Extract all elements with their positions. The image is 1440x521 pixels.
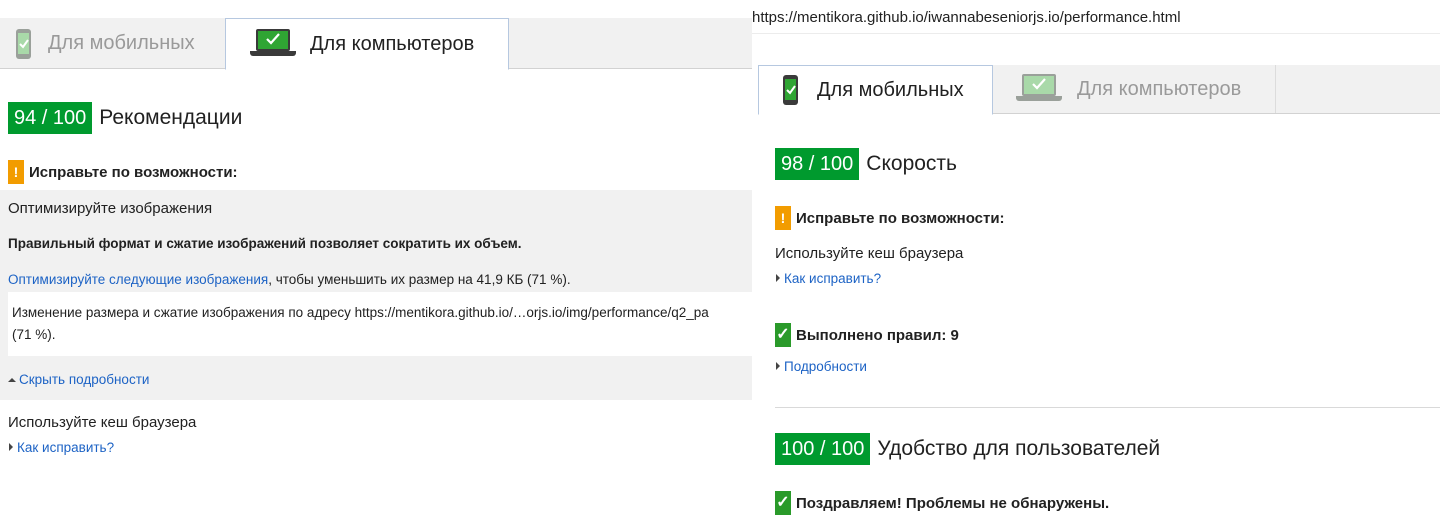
- optimize-detail-box: [8, 292, 752, 356]
- cache-how-toggle-right[interactable]: Как исправить?: [776, 271, 881, 286]
- speed-score-block: 98 / 100 Скорость: [775, 148, 957, 180]
- optimize-link-line: Оптимизируйте следующие изображения, что…: [8, 272, 571, 287]
- tab-mobile-right[interactable]: Для мобильных: [758, 65, 993, 115]
- hide-details-toggle[interactable]: Скрыть подробности: [8, 372, 149, 387]
- congrats-label: Поздравляем! Проблемы не обнаружены.: [796, 494, 1110, 512]
- passed-rules-label: Выполнено правил: 9: [796, 326, 959, 344]
- score-block: 94 / 100 Рекомендации: [8, 102, 242, 134]
- warning-label: Исправьте по возможности:: [29, 163, 238, 181]
- hide-details-label: Скрыть подробности: [19, 372, 150, 387]
- optimize-title: Оптимизируйте изображения: [8, 200, 213, 217]
- details-label: Подробности: [784, 359, 867, 374]
- exclamation-icon: !: [775, 206, 791, 230]
- warning-heading: ! Исправьте по возможности:: [8, 160, 238, 184]
- smartphone-check-icon: [16, 28, 31, 59]
- tab-desktop-right-label: Для компьютеров: [1077, 77, 1242, 100]
- triangle-right-icon: [776, 274, 780, 282]
- cache-how-label: Как исправить?: [17, 440, 115, 455]
- score-title: Рекомендации: [99, 106, 243, 129]
- cache-how-right-label: Как исправить?: [784, 271, 882, 286]
- page-url: https://mentikora.github.io/iwannabeseni…: [752, 9, 1181, 26]
- ux-score-badge: 100 / 100: [775, 433, 871, 465]
- ux-score-block: 100 / 100 Удобство для пользователей: [775, 433, 1160, 465]
- optimize-link-rest: , чтобы уменьшить их размер на 41,9 КБ (…: [268, 272, 571, 287]
- tab-desktop-right[interactable]: Для компьютеров: [994, 65, 1276, 113]
- smartphone-check-icon: [783, 75, 798, 105]
- tab-desktop-label: Для компьютеров: [310, 32, 475, 55]
- score-badge: 94 / 100: [8, 102, 93, 134]
- right-screenshot-panel: https://mentikora.github.io/iwannabeseni…: [752, 0, 1440, 521]
- cache-how-toggle[interactable]: Как исправить?: [9, 440, 114, 455]
- checkmark-icon: ✓: [775, 491, 791, 515]
- tab-mobile[interactable]: Для мобильных: [0, 18, 224, 69]
- tab-mobile-right-label: Для мобильных: [817, 78, 964, 101]
- warning-heading-right: ! Исправьте по возможности:: [775, 206, 1005, 230]
- left-screenshot-panel: Для мобильных Для компьютеров 94 / 100 Р…: [0, 0, 752, 521]
- optimize-bold: Правильный формат и сжатие изображений п…: [8, 236, 522, 251]
- warning-label-right: Исправьте по возможности:: [796, 209, 1005, 227]
- url-divider: [752, 33, 1440, 34]
- passed-rules-heading: ✓ Выполнено правил: 9: [775, 323, 959, 347]
- triangle-up-icon: [8, 378, 16, 382]
- laptop-check-icon: [1016, 74, 1062, 104]
- cache-title-right: Используйте кеш браузера: [775, 245, 964, 262]
- checkmark-icon: ✓: [775, 323, 791, 347]
- speed-score-badge: 98 / 100: [775, 148, 860, 180]
- triangle-right-icon: [9, 443, 13, 451]
- details-toggle[interactable]: Подробности: [776, 359, 867, 374]
- exclamation-icon: !: [8, 160, 24, 184]
- optimize-detail-line2: (71 %).: [12, 327, 56, 342]
- ux-score-title: Удобство для пользователей: [877, 437, 1161, 460]
- speed-score-title: Скорость: [866, 152, 957, 175]
- tab-mobile-label: Для мобильных: [48, 32, 195, 54]
- cache-title: Используйте кеш браузера: [8, 414, 197, 431]
- optimize-link[interactable]: Оптимизируйте следующие изображения: [8, 272, 268, 287]
- tab-desktop[interactable]: Для компьютеров: [225, 18, 509, 70]
- optimize-detail-line1: Изменение размера и сжатие изображения п…: [12, 305, 709, 320]
- triangle-right-icon: [776, 362, 780, 370]
- section-divider: [775, 407, 1440, 408]
- congrats-heading: ✓ Поздравляем! Проблемы не обнаружены.: [775, 491, 1109, 515]
- laptop-check-icon: [250, 29, 296, 59]
